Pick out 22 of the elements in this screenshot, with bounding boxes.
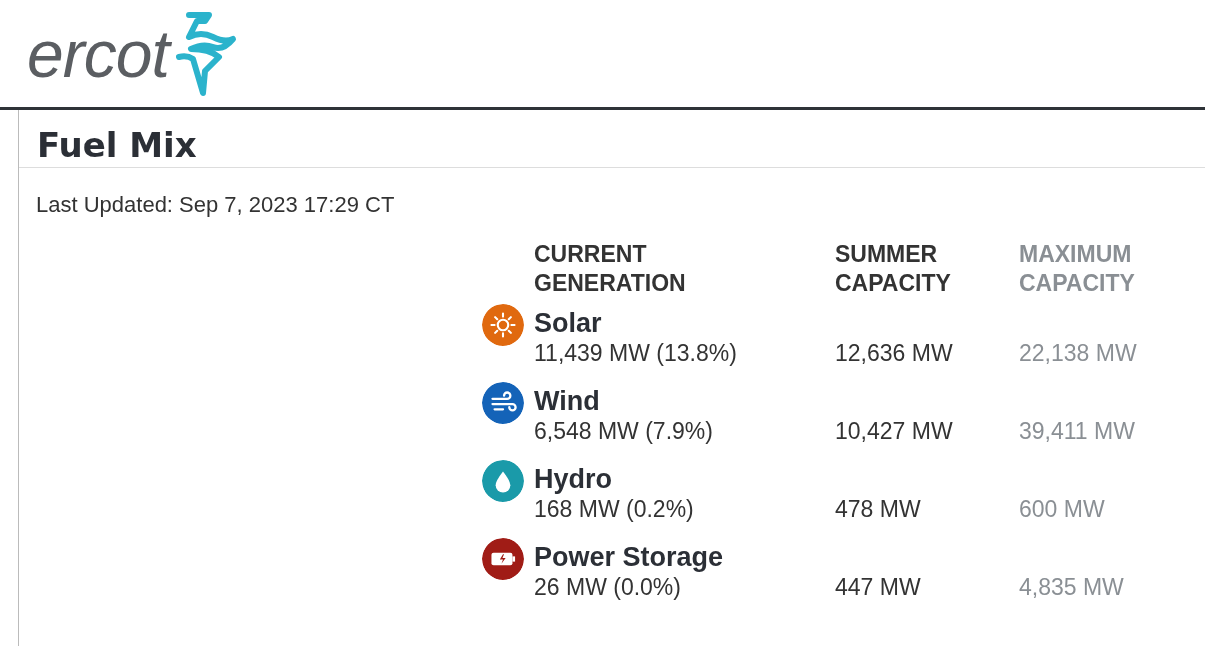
generation-value: 11,439 MW (13.8%) — [534, 339, 738, 368]
summer-capacity-value: 10,427 MW — [835, 417, 954, 446]
column-header: CURRENT GENERATION — [534, 240, 686, 298]
maximum-capacity-value: 4,835 MW — [1019, 573, 1125, 602]
generation-value: 6,548 MW (7.9%) — [534, 417, 714, 446]
maximum-capacity-value: 22,138 MW — [1019, 339, 1137, 368]
lightning-bolt-icon — [174, 10, 239, 97]
generation-value: 26 MW (0.0%) — [534, 573, 682, 602]
summer-capacity-value: 12,636 MW — [835, 339, 954, 368]
generation-value: 168 MW (0.2%) — [534, 495, 695, 524]
summer-capacity-value: 478 MW — [835, 495, 922, 524]
page-title: Fuel Mix — [19, 110, 1205, 168]
fuel-name: Wind — [534, 386, 601, 416]
maximum-capacity-value: 600 MW — [1019, 495, 1106, 524]
summer-capacity-value: 447 MW — [835, 573, 922, 602]
column-header: MAXIMUM CAPACITY — [1019, 240, 1135, 298]
fuel-name: Power Storage — [534, 542, 725, 572]
column-header: SUMMER CAPACITY — [835, 240, 951, 298]
fuel-name: Hydro — [534, 464, 613, 494]
last-updated-text: Last Updated: Sep 7, 2023 17:29 CT — [36, 192, 395, 218]
maximum-capacity-value: 39,411 MW — [1019, 417, 1136, 446]
fuel-name: Solar — [534, 308, 603, 338]
